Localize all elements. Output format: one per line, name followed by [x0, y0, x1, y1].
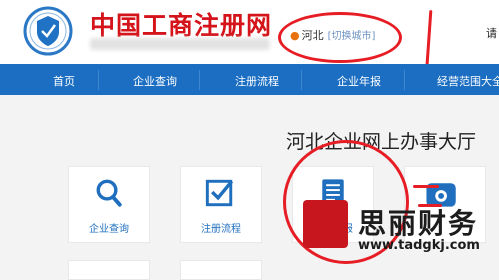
nav-item-company-search[interactable]: 企业查询: [133, 73, 177, 89]
nav-divider: [404, 70, 405, 90]
nav-item-home[interactable]: 首页: [53, 73, 75, 89]
card-company-search[interactable]: 企业查询: [68, 166, 150, 243]
nav-item-business-scope[interactable]: 经营范围大全: [437, 73, 499, 89]
card-label: 注册流程: [201, 224, 241, 235]
blurred-subtitle: [90, 38, 270, 50]
watermark: 思丽财务 www.tadgkj.com: [303, 200, 499, 273]
nav-divider: [98, 70, 99, 90]
nav-divider: [199, 70, 200, 90]
watermark-logo-icon: [303, 200, 348, 248]
annotation-circle-city: [278, 12, 402, 63]
watermark-name: 思丽财务: [358, 207, 479, 240]
magnifier-icon: [96, 179, 122, 207]
site-header: 中国工商注册网 ● 河北 [切换城市] 请: [0, 0, 499, 64]
card-registration-process[interactable]: 注册流程: [180, 166, 262, 243]
brand-name[interactable]: 中国工商注册网: [90, 6, 272, 42]
login-link[interactable]: 请: [486, 25, 497, 41]
nav-divider: [301, 70, 302, 90]
annotation-stroke-2: [413, 185, 439, 188]
card-label: 企业查询: [89, 224, 129, 235]
watermark-url: www.tadgkj.com: [358, 238, 480, 253]
main-nav: 首页 企业查询 注册流程 企业年报 经营范围大全: [0, 64, 499, 95]
card-lower-1[interactable]: [68, 260, 150, 280]
checkbox-icon: [205, 179, 234, 207]
nav-item-registration-process[interactable]: 注册流程: [235, 73, 279, 89]
shield-logo-icon[interactable]: [22, 6, 74, 56]
nav-item-annual-report[interactable]: 企业年报: [337, 73, 381, 89]
card-lower-2[interactable]: [180, 260, 262, 280]
